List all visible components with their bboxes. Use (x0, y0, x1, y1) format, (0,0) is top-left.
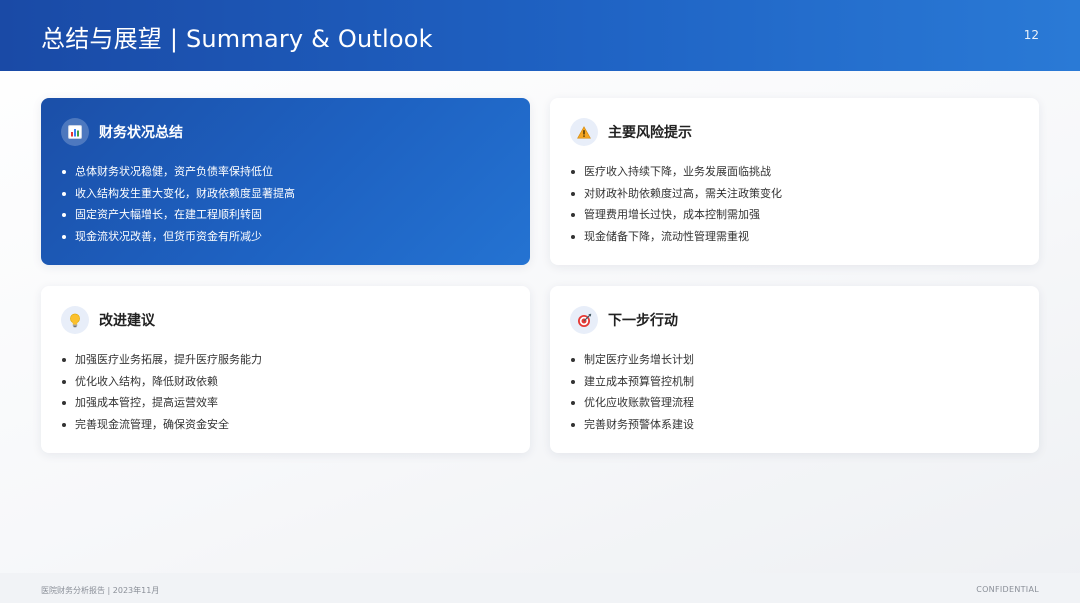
list-item: 总体财务状况稳健，资产负债率保持低位 (61, 161, 295, 183)
card-title: 下一步行动 (608, 313, 678, 329)
lightbulb-icon (61, 306, 89, 334)
card-header: 主要风险提示 (570, 118, 692, 146)
warning-icon (570, 118, 598, 146)
list-item: 收入结构发生重大变化，财政依赖度显著提高 (61, 183, 295, 205)
list-item: 固定资产大幅增长，在建工程顺利转固 (61, 204, 295, 226)
slide-header: 总结与展望 | Summary & Outlook 12 (0, 0, 1080, 71)
card-title: 改进建议 (99, 313, 155, 329)
card-header: 改进建议 (61, 306, 155, 334)
list-item: 管理费用增长过快，成本控制需加强 (570, 204, 782, 226)
footer-confidential-label: CONFIDENTIAL (976, 585, 1039, 594)
card-list: 加强医疗业务拓展，提升医疗服务能力 优化收入结构，降低财政依赖 加强成本管控，提… (61, 349, 262, 435)
improvement-suggestions-card: 改进建议 加强医疗业务拓展，提升医疗服务能力 优化收入结构，降低财政依赖 加强成… (41, 286, 530, 453)
list-item: 对财政补助依赖度过高，需关注政策变化 (570, 183, 782, 205)
list-item: 医疗收入持续下降，业务发展面临挑战 (570, 161, 782, 183)
card-list: 制定医疗业务增长计划 建立成本预算管控机制 优化应收账款管理流程 完善财务预警体… (570, 349, 694, 435)
card-list: 总体财务状况稳健，资产负债率保持低位 收入结构发生重大变化，财政依赖度显著提高 … (61, 161, 295, 247)
list-item: 现金储备下降，流动性管理需重视 (570, 226, 782, 248)
list-item: 优化收入结构，降低财政依赖 (61, 371, 262, 393)
card-header: 下一步行动 (570, 306, 678, 334)
list-item: 优化应收账款管理流程 (570, 392, 694, 414)
list-item: 完善财务预警体系建设 (570, 414, 694, 436)
list-item: 加强成本管控，提高运营效率 (61, 392, 262, 414)
bar-chart-icon (61, 118, 89, 146)
target-icon (570, 306, 598, 334)
next-steps-card: 下一步行动 制定医疗业务增长计划 建立成本预算管控机制 优化应收账款管理流程 完… (550, 286, 1039, 453)
risk-warning-card: 主要风险提示 医疗收入持续下降，业务发展面临挑战 对财政补助依赖度过高，需关注政… (550, 98, 1039, 265)
slide-footer: 医院财务分析报告 | 2023年11月 CONFIDENTIAL (0, 573, 1080, 603)
list-item: 现金流状况改善，但货币资金有所减少 (61, 226, 295, 248)
card-header: 财务状况总结 (61, 118, 183, 146)
financial-summary-card: 财务状况总结 总体财务状况稳健，资产负债率保持低位 收入结构发生重大变化，财政依… (41, 98, 530, 265)
list-item: 完善现金流管理，确保资金安全 (61, 414, 262, 436)
slide-title: 总结与展望 | Summary & Outlook (41, 25, 433, 53)
list-item: 建立成本预算管控机制 (570, 371, 694, 393)
card-title: 财务状况总结 (99, 125, 183, 141)
footer-report-info: 医院财务分析报告 | 2023年11月 (41, 586, 160, 595)
card-title: 主要风险提示 (608, 125, 692, 141)
list-item: 制定医疗业务增长计划 (570, 349, 694, 371)
page-number: 12 (1023, 28, 1039, 42)
card-list: 医疗收入持续下降，业务发展面临挑战 对财政补助依赖度过高，需关注政策变化 管理费… (570, 161, 782, 247)
list-item: 加强医疗业务拓展，提升医疗服务能力 (61, 349, 262, 371)
